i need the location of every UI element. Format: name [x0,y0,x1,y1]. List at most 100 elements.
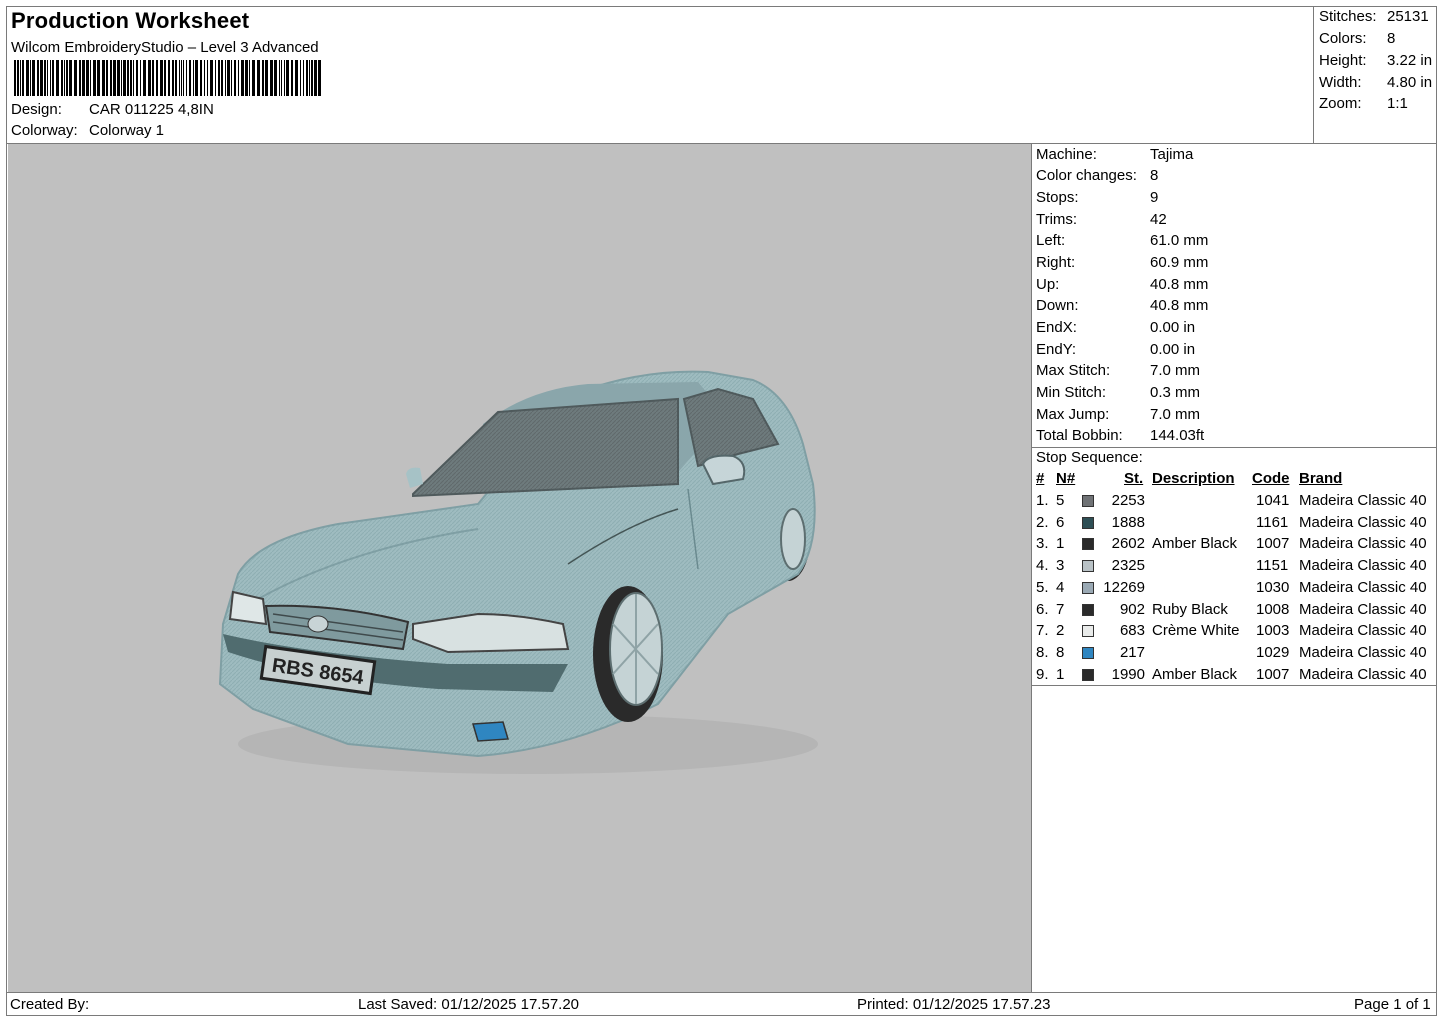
row-stitches: 1888 [1111,514,1145,531]
color-swatch [1082,495,1094,507]
col-num: # [1036,470,1045,487]
design-preview: RBS 8654 [8,144,1031,992]
col-brand: Brand [1299,470,1343,487]
page-title: Production Worksheet [11,8,250,33]
color-swatch [1082,647,1094,659]
row-num: 6. [1036,601,1049,618]
col-description: Description [1152,470,1235,487]
colorway-value: Colorway 1 [89,122,165,139]
row-needle: 1 [1056,535,1065,552]
row-brand: Madeira Classic 40 [1299,644,1427,661]
row-stitches: 2325 [1111,557,1145,574]
col-st: St. [1124,470,1144,487]
row-num: 8. [1036,644,1049,661]
col-code: Code [1252,470,1290,487]
stat-stitches: Stitches: 25131 [1319,8,1429,25]
stop-sequence-divider [1031,447,1437,448]
design-value: CAR 011225 4,8IN [89,101,214,118]
col-n: N# [1056,470,1076,487]
row-num: 4. [1036,557,1049,574]
info-color-changes: Color changes: 8 [1036,167,1159,184]
color-swatch [1082,517,1094,529]
row-brand: Madeira Classic 40 [1299,492,1427,509]
footer-divider [6,992,1437,993]
color-swatch [1082,538,1094,550]
row-code: 1041 [1256,492,1290,509]
row-code: 1030 [1256,579,1290,596]
row-code: 1029 [1256,644,1290,661]
info-left: Left: 61.0 mm [1036,232,1209,249]
row-stitches: 12269 [1103,579,1145,596]
row-brand: Madeira Classic 40 [1299,557,1427,574]
color-swatch [1082,582,1094,594]
row-brand: Madeira Classic 40 [1299,666,1427,683]
barcode [14,60,321,96]
stat-height: Height: 3.22 in [1319,52,1433,69]
worksheet-header: Production Worksheet Wilcom EmbroiderySt… [6,6,1314,143]
footer-created-by: Created By: [10,996,90,1013]
info-right: Right: 60.9 mm [1036,254,1209,271]
footer-printed: Printed: 01/12/2025 17.57.23 [857,996,1051,1013]
row-stitches: 2253 [1111,492,1145,509]
design-row: Design: CAR 011225 4,8IN [11,101,214,118]
design-label: Design: [11,101,62,118]
row-num: 5. [1036,579,1049,596]
row-num: 9. [1036,666,1049,683]
panel-divider [1031,143,1032,993]
info-min-stitch: Min Stitch: 0.3 mm [1036,384,1201,401]
row-code: 1008 [1256,601,1290,618]
stat-colors: Colors: 8 [1319,30,1396,47]
info-max-stitch: Max Stitch: 7.0 mm [1036,362,1201,379]
row-num: 7. [1036,622,1049,639]
row-code: 1151 [1256,557,1289,574]
row-code: 1007 [1256,666,1290,683]
row-description: Ruby Black [1152,601,1228,618]
row-brand: Madeira Classic 40 [1299,601,1427,618]
info-endy: EndY: 0.00 in [1036,341,1196,358]
row-stitches: 217 [1119,644,1145,661]
row-brand: Madeira Classic 40 [1299,579,1427,596]
footer-last-saved: Last Saved: 01/12/2025 17.57.20 [358,996,580,1013]
color-swatch [1082,625,1094,637]
info-endx: EndX: 0.00 in [1036,319,1196,336]
row-needle: 1 [1056,666,1065,683]
row-code: 1161 [1256,514,1289,531]
row-brand: Madeira Classic 40 [1299,514,1427,531]
stat-zoom: Zoom: 1:1 [1319,95,1408,112]
row-needle: 5 [1056,492,1065,509]
color-swatch [1082,560,1094,572]
color-swatch [1082,669,1094,681]
row-description: Amber Black [1152,535,1238,552]
colorway-row: Colorway: Colorway 1 [11,122,164,139]
color-swatch [1082,604,1094,616]
row-needle: 2 [1056,622,1065,639]
row-stitches: 2602 [1111,535,1145,552]
info-down: Down: 40.8 mm [1036,297,1209,314]
row-stitches: 902 [1119,601,1145,618]
row-brand: Madeira Classic 40 [1299,622,1427,639]
footer-page: Page 1 of 1 [1354,996,1431,1013]
row-num: 3. [1036,535,1049,552]
car-embroidery-image: RBS 8654 [218,370,818,774]
row-description: Amber Black [1152,666,1238,683]
row-needle: 4 [1056,579,1065,596]
design-stats: Stitches: 25131 Colors: 8 Height: 3.22 in W… [1313,6,1437,143]
row-num: 1. [1036,492,1049,509]
colorway-label: Colorway: [11,122,78,139]
info-trims: Trims: 42 [1036,211,1167,228]
info-machine: Machine: Tajima [1036,146,1194,163]
row-stitches: 683 [1119,622,1145,639]
row-needle: 6 [1056,514,1065,531]
info-max-jump: Max Jump: 7.0 mm [1036,406,1201,423]
row-brand: Madeira Classic 40 [1299,535,1427,552]
row-stitches: 1990 [1111,666,1145,683]
row-needle: 8 [1056,644,1065,661]
row-num: 2. [1036,514,1049,531]
info-up: Up: 40.8 mm [1036,276,1209,293]
row-code: 1003 [1256,622,1290,639]
stat-width: Width: 4.80 in [1319,74,1433,91]
table-bottom-divider [1031,685,1437,686]
row-needle: 3 [1056,557,1065,574]
row-description: Crème White [1152,622,1240,639]
row-needle: 7 [1056,601,1065,618]
